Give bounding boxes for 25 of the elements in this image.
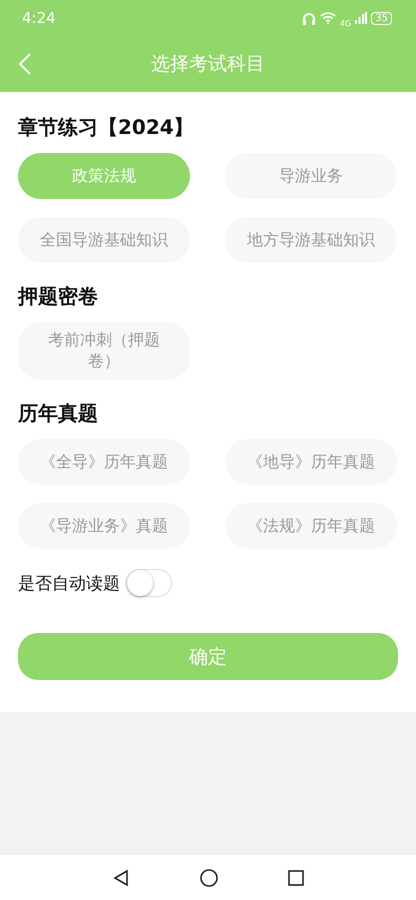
- wifi-icon: [320, 12, 336, 24]
- network-type: 4G: [340, 20, 352, 28]
- home-nav-icon[interactable]: [200, 868, 218, 886]
- option-chip[interactable]: 导游业务: [225, 153, 397, 199]
- option-chip[interactable]: 《地导》历年真题: [225, 439, 397, 485]
- recents-nav-icon[interactable]: [288, 870, 304, 886]
- option-chip[interactable]: 考前冲刺（押题卷）: [18, 322, 190, 380]
- auto-read-label: 是否自动读题: [18, 572, 120, 594]
- option-chip[interactable]: 《法规》历年真题: [225, 503, 397, 549]
- signal-icon: [355, 12, 368, 24]
- back-nav-icon[interactable]: [112, 868, 130, 886]
- confirm-button[interactable]: 确定: [18, 633, 398, 680]
- option-chip[interactable]: 地方导游基础知识: [225, 217, 397, 263]
- section-title: 章节练习【2024】: [18, 114, 195, 141]
- section-title: 押题密卷: [18, 283, 99, 310]
- status-time: 4:24: [22, 9, 56, 27]
- option-chip[interactable]: 政策法规: [18, 153, 190, 199]
- option-chip[interactable]: 《导游业务》真题: [18, 503, 190, 549]
- headphones-icon: [302, 12, 316, 24]
- section-title: 历年真题: [18, 400, 99, 427]
- auto-read-switch[interactable]: [126, 569, 172, 597]
- page-title: 选择考试科目: [151, 52, 265, 77]
- battery-level: 35: [371, 12, 392, 24]
- option-chip[interactable]: 《全导》历年真题: [18, 439, 190, 485]
- option-chip[interactable]: 全国导游基础知识: [18, 217, 190, 263]
